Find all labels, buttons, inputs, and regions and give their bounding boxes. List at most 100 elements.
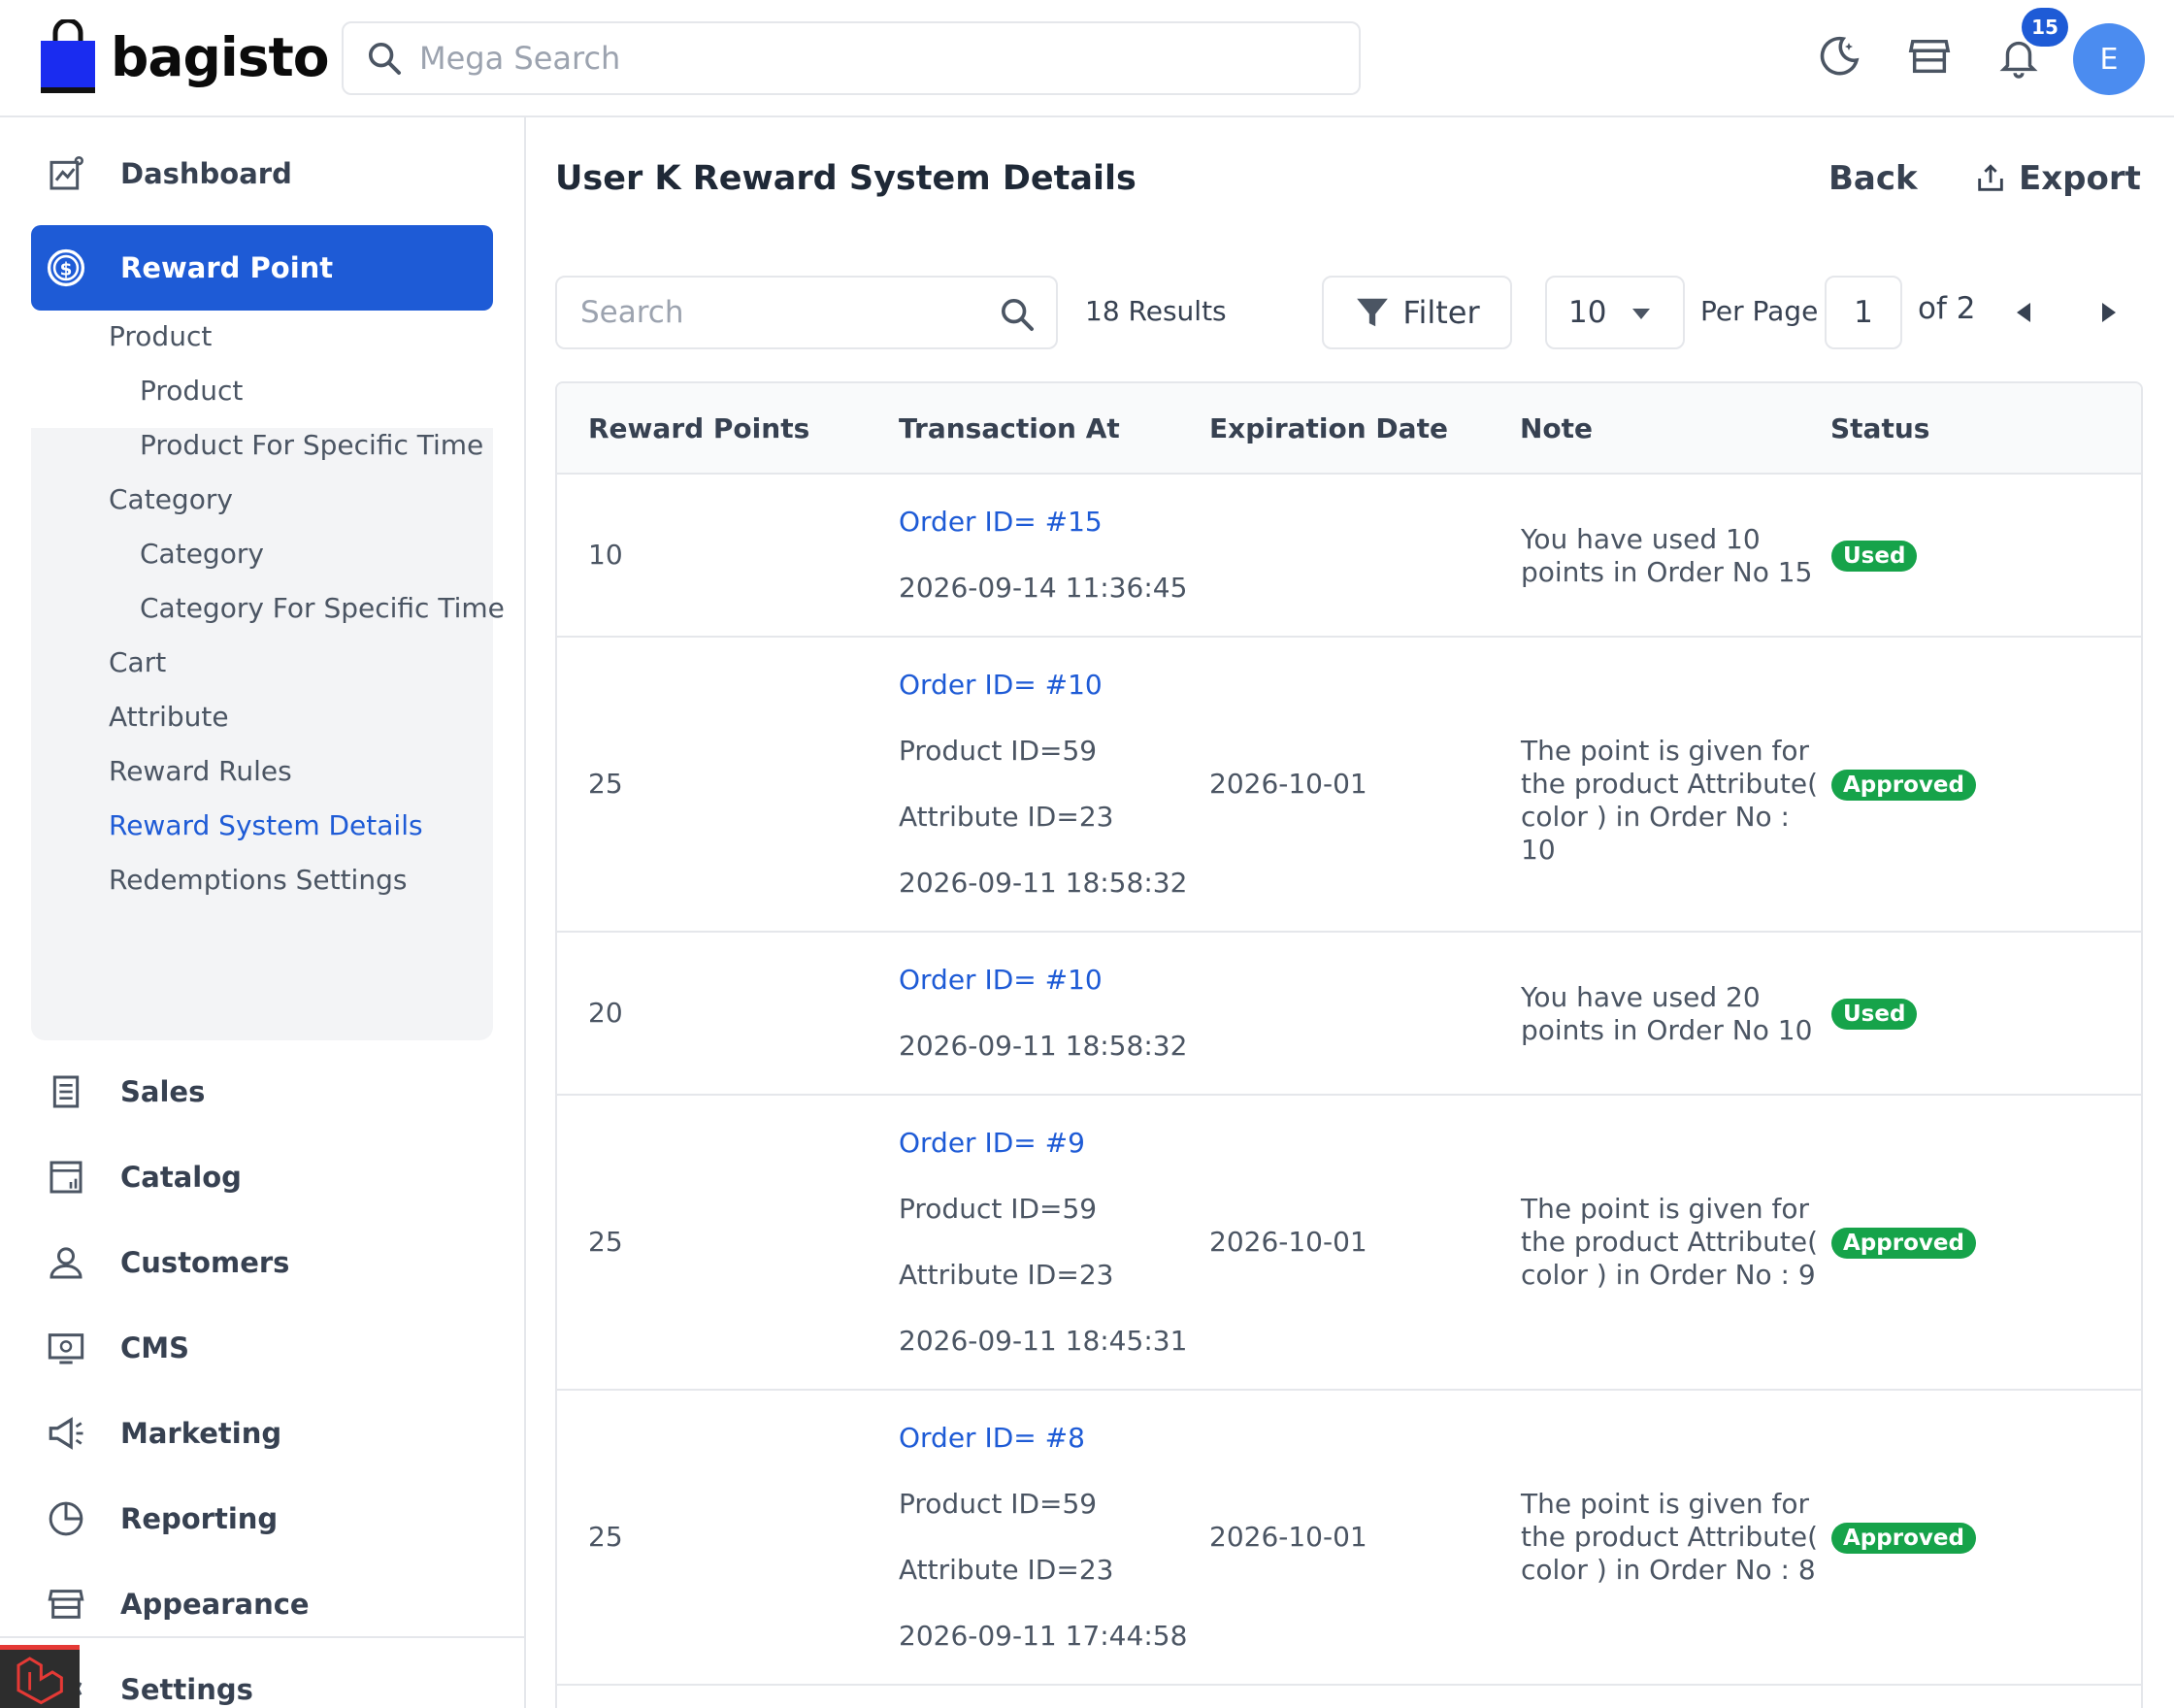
sidebar-item-label: CMS xyxy=(120,1331,190,1364)
transaction-date: 2026-09-11 17:44:58 xyxy=(899,1620,1188,1652)
order-link[interactable]: Order ID= #15 xyxy=(899,506,1103,538)
submenu-reward-system-details[interactable]: Reward System Details xyxy=(109,809,423,841)
notification-count-badge: 15 xyxy=(2022,8,2068,47)
sidebar-item-catalog[interactable]: Catalog xyxy=(31,1134,493,1220)
laravel-icon[interactable] xyxy=(0,1645,80,1708)
per-page-label: Per Page xyxy=(1700,295,1819,327)
header-reward-points[interactable]: Reward Points xyxy=(588,412,809,444)
expiration-date-cell: 2026-10-01 xyxy=(1209,768,1367,800)
transaction-date: 2026-09-14 11:36:45 xyxy=(899,572,1188,604)
mega-search-placeholder: Mega Search xyxy=(419,40,621,77)
sidebar-item-label: Marketing xyxy=(120,1417,282,1450)
product-id: Product ID=59 xyxy=(899,1193,1098,1225)
sidebar-item-label: Settings xyxy=(120,1673,253,1706)
sidebar-item-label: Customers xyxy=(120,1246,290,1279)
order-link[interactable]: Order ID= #10 xyxy=(899,669,1103,701)
order-link[interactable]: Order ID= #9 xyxy=(899,1127,1085,1159)
note-cell: You have used 10 points in Order No 15 xyxy=(1521,523,1813,588)
search-icon[interactable] xyxy=(998,295,1037,338)
page-number-input[interactable]: 1 xyxy=(1825,276,1902,349)
table-header: Reward Points Transaction At Expiration … xyxy=(557,383,2141,475)
submenu-reward-rules[interactable]: Reward Rules xyxy=(109,755,292,787)
transaction-date: 2026-09-11 18:58:32 xyxy=(899,867,1188,899)
transaction-date: 2026-09-11 18:45:31 xyxy=(899,1325,1188,1357)
sidebar-item-appearance[interactable]: Appearance xyxy=(31,1561,493,1647)
catalog-icon xyxy=(45,1156,87,1199)
table-row: 10 Order ID= #15 2026-09-14 11:36:45 You… xyxy=(557,475,2141,638)
sidebar-item-label: Reward Point xyxy=(120,251,334,284)
search-icon xyxy=(369,43,401,75)
submenu-category-specific-time[interactable]: Category For Specific Time xyxy=(140,592,505,624)
search-placeholder: Search xyxy=(580,295,684,330)
reward-details-table: Reward Points Transaction At Expiration … xyxy=(555,381,2143,1708)
submenu-attribute[interactable]: Attribute xyxy=(109,701,229,733)
attribute-id: Attribute ID=23 xyxy=(899,1259,1114,1291)
submenu-category-child[interactable]: Category xyxy=(140,538,264,570)
order-link[interactable]: Order ID= #8 xyxy=(899,1422,1085,1454)
bag-logo-icon xyxy=(39,17,97,95)
next-page-icon[interactable] xyxy=(2102,303,2116,322)
sidebar-item-customers[interactable]: Customers xyxy=(31,1220,493,1305)
datagrid-search-input[interactable]: Search xyxy=(555,276,1058,349)
mega-search-input[interactable]: Mega Search xyxy=(342,21,1361,95)
reward-points-cell: 10 xyxy=(588,539,623,571)
table-row: 20 Order ID= #10 2026-09-11 18:58:32 You… xyxy=(557,933,2141,1096)
filter-icon xyxy=(1357,298,1389,327)
submenu-redemptions-settings[interactable]: Redemptions Settings xyxy=(109,864,407,896)
attribute-id: Attribute ID=23 xyxy=(899,801,1114,833)
status-badge: Used xyxy=(1831,541,1918,572)
sidebar-item-dashboard[interactable]: Dashboard xyxy=(31,131,493,216)
sidebar: Dashboard $ Reward Point Product Product… xyxy=(0,117,526,1708)
status-badge: Approved xyxy=(1831,1228,1976,1259)
previous-page-icon[interactable] xyxy=(2017,303,2030,322)
sidebar-item-reward-point[interactable]: $ Reward Point xyxy=(31,225,493,311)
sidebar-item-label: Dashboard xyxy=(120,157,292,190)
submenu-product-specific-time[interactable]: Product For Specific Time xyxy=(140,429,483,461)
header-transaction-at[interactable]: Transaction At xyxy=(899,412,1120,444)
header-status[interactable]: Status xyxy=(1830,412,1929,444)
export-icon xyxy=(1978,164,2003,191)
submenu-product[interactable]: Product xyxy=(109,320,212,352)
svg-text:$: $ xyxy=(60,259,73,279)
sidebar-item-cms[interactable]: CMS xyxy=(31,1305,493,1391)
reward-points-cell: 25 xyxy=(588,1521,623,1553)
submenu-cart[interactable]: Cart xyxy=(109,646,166,678)
header-note[interactable]: Note xyxy=(1520,412,1593,444)
reward-points-cell: 25 xyxy=(588,768,623,800)
sidebar-divider xyxy=(0,1636,524,1638)
sidebar-item-settings[interactable]: Settings xyxy=(31,1647,493,1708)
order-link[interactable]: Order ID= #10 xyxy=(899,964,1103,996)
attribute-id: Attribute ID=23 xyxy=(899,1554,1114,1586)
sidebar-item-label: Sales xyxy=(120,1075,206,1108)
note-cell: The point is given for the product Attri… xyxy=(1521,1488,1819,1586)
store-icon[interactable] xyxy=(1902,29,1957,83)
sidebar-item-marketing[interactable]: Marketing xyxy=(31,1391,493,1476)
bagisto-logo[interactable]: bagisto xyxy=(39,17,330,95)
sidebar-item-sales[interactable]: Sales xyxy=(31,1049,493,1134)
filter-button[interactable]: Filter xyxy=(1322,276,1512,349)
sidebar-item-label: Reporting xyxy=(120,1502,279,1535)
submenu-category[interactable]: Category xyxy=(109,483,233,515)
header-expiration-date[interactable]: Expiration Date xyxy=(1209,412,1448,444)
status-badge: Used xyxy=(1831,999,1918,1030)
reporting-icon xyxy=(45,1497,87,1540)
expiration-date-cell: 2026-10-01 xyxy=(1209,1226,1367,1258)
submenu-product-child[interactable]: Product xyxy=(140,375,243,407)
sidebar-item-reporting[interactable]: Reporting xyxy=(31,1476,493,1561)
export-button[interactable]: Export xyxy=(1974,159,2141,198)
table-row: 25 Order ID= #8 Product ID=59 Attribute … xyxy=(557,1391,2141,1686)
note-cell: The point is given for the product Attri… xyxy=(1521,735,1819,866)
moon-icon[interactable] xyxy=(1812,29,1866,83)
logo-text: bagisto xyxy=(111,26,330,88)
status-badge: Approved xyxy=(1831,1523,1976,1554)
sidebar-item-label: Appearance xyxy=(120,1588,310,1621)
per-page-select[interactable]: 10 xyxy=(1545,276,1685,349)
appearance-icon xyxy=(45,1583,87,1626)
top-header: bagisto Mega Search 15 E xyxy=(0,0,2174,117)
reward-points-cell: 20 xyxy=(588,997,623,1029)
results-count: 18 Results xyxy=(1085,295,1227,327)
table-row: 25 Order ID= #10 Product ID=59 Attribute… xyxy=(557,638,2141,933)
user-avatar[interactable]: E xyxy=(2073,23,2145,95)
table-row: 25 Order ID= #9 Product ID=59 Attribute … xyxy=(557,1096,2141,1391)
back-button[interactable]: Back xyxy=(1828,159,1918,198)
